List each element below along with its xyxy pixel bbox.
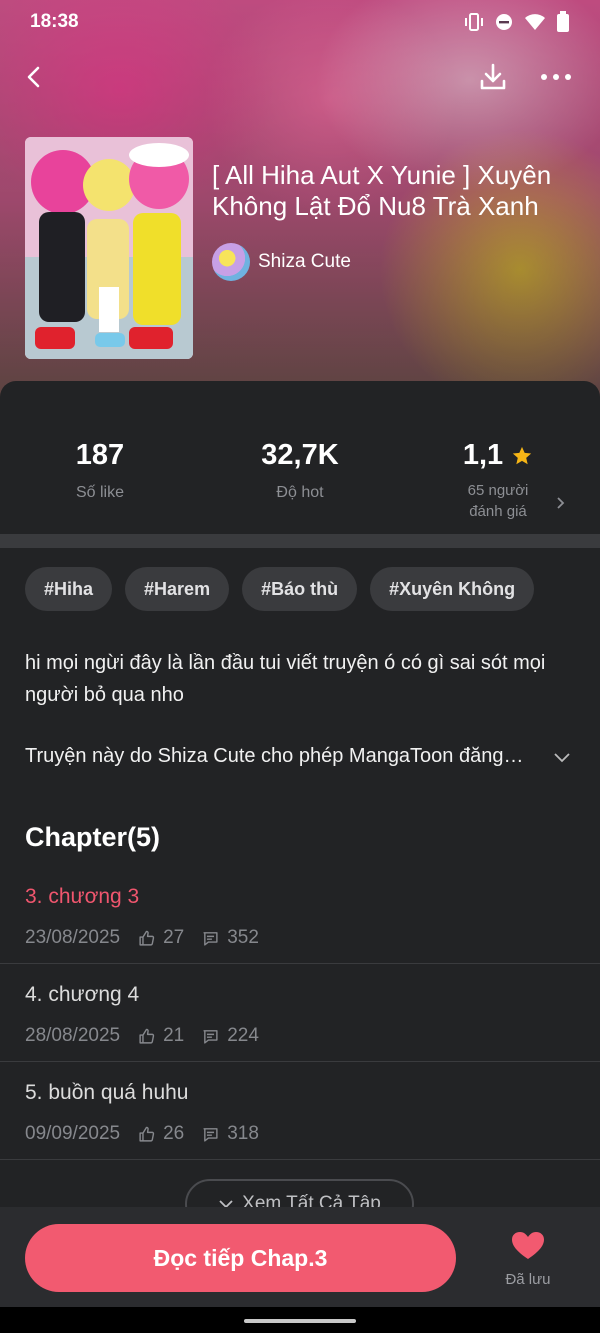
chapter-meta: 23/08/2025 27 352 (25, 927, 277, 949)
chevron-down-icon (554, 752, 570, 762)
comment-icon (203, 1029, 218, 1044)
chapter-row[interactable]: 3. chương 3 23/08/2025 27 352 (0, 885, 600, 983)
stat-hot: 32,7K Độ hot (210, 439, 390, 502)
chapter-likes-count: 26 (163, 1123, 185, 1144)
chapter-title: 4. chương 4 (25, 983, 140, 1006)
likes-value: 187 (75, 439, 125, 471)
chapter-likes: 27 (138, 927, 184, 949)
star-icon (512, 446, 532, 464)
chapter-comments: 352 (202, 927, 259, 949)
status-time: 18:38 (30, 11, 79, 32)
tag-list: #Hiha #Harem #Báo thù #Xuyên Không (25, 567, 535, 611)
comment-icon (203, 931, 218, 946)
author-name: Shiza Cute (258, 251, 351, 272)
more-icon (541, 74, 571, 80)
chevron-right-icon (557, 497, 565, 509)
chapter-likes-count: 27 (163, 927, 185, 948)
tag-xuyen-khong[interactable]: #Xuyên Không (370, 567, 535, 611)
download-button[interactable] (471, 55, 515, 99)
back-button[interactable] (12, 55, 56, 99)
tag-bao-thu[interactable]: #Báo thù (242, 567, 358, 611)
chapter-title: 3. chương 3 (25, 885, 140, 908)
chapter-meta: 28/08/2025 21 224 (25, 1025, 277, 1047)
battery-icon (557, 11, 569, 32)
tag-harem[interactable]: #Harem (125, 567, 230, 611)
row-divider (0, 963, 600, 964)
chapter-date: 09/09/2025 (25, 1123, 121, 1144)
more-options-button[interactable] (534, 55, 578, 99)
system-navigation-bar (0, 1307, 600, 1333)
stats-section: 187 Số like 32,7K Độ hot 1,1 65 người đá… (0, 381, 600, 534)
stat-likes: 187 Số like (10, 439, 190, 502)
hot-value: 32,7K (261, 439, 339, 471)
row-divider (0, 1061, 600, 1062)
wifi-icon (525, 14, 545, 30)
chapter-comments-count: 224 (227, 1025, 259, 1046)
chapter-heading: Chapter(5) (25, 822, 161, 852)
story-title: [ All Hiha Aut X Yunie ] Xuyên Không Lật… (212, 160, 552, 221)
permission-expand[interactable]: Truyện này do Shiza Cute cho phép MangaT… (25, 745, 575, 768)
section-divider (0, 534, 600, 548)
chapter-title: 5. buồn quá huhu (25, 1081, 189, 1104)
chapter-likes: 21 (138, 1025, 184, 1047)
author-avatar (212, 243, 250, 281)
row-divider (0, 1159, 600, 1160)
chapter-comments: 224 (202, 1025, 259, 1047)
chapter-comments: 318 (202, 1123, 259, 1145)
tag-hiha[interactable]: #Hiha (25, 567, 113, 611)
permission-text: Truyện này do Shiza Cute cho phép MangaT… (25, 745, 524, 767)
story-cover[interactable] (25, 137, 193, 359)
back-icon (27, 66, 40, 88)
status-bar: 18:38 (0, 0, 600, 44)
likes-label: Số like (75, 484, 125, 501)
chapter-row[interactable]: 5. buồn quá huhu 09/09/2025 26 318 (0, 1081, 600, 1179)
chapter-likes: 26 (138, 1123, 184, 1145)
hot-label: Độ hot (276, 484, 324, 501)
chapter-meta: 09/09/2025 26 318 (25, 1123, 277, 1145)
home-gesture-handle[interactable] (244, 1319, 356, 1323)
story-details-sheet: 187 Số like 32,7K Độ hot 1,1 65 người đá… (0, 381, 600, 1333)
bottom-action-bar: Đọc tiếp Chap.3 Đã lưu (0, 1207, 600, 1307)
vibrate-icon (465, 13, 483, 31)
top-navigation (0, 55, 600, 103)
do-not-disturb-icon (496, 14, 512, 30)
continue-reading-button[interactable]: Đọc tiếp Chap.3 (25, 1224, 456, 1292)
cover-illustration (25, 137, 193, 359)
rating-value: 1,1 (462, 439, 504, 471)
author-link[interactable]: Shiza Cute (212, 243, 351, 281)
thumb-up-icon (139, 1028, 155, 1044)
story-description: hi mọi ngừi đây là lần đầu tui viết truy… (25, 652, 546, 706)
status-icons (464, 11, 570, 33)
rating-row: 1,1 (408, 439, 588, 472)
chapter-comments-count: 318 (227, 1123, 259, 1144)
chapter-date: 23/08/2025 (25, 927, 121, 948)
thumb-up-icon (139, 930, 155, 946)
heart-icon (512, 1232, 544, 1259)
chapter-date: 28/08/2025 (25, 1025, 121, 1046)
chapter-likes-count: 21 (163, 1025, 185, 1046)
download-icon (480, 63, 506, 90)
chapter-row[interactable]: 4. chương 4 28/08/2025 21 224 (0, 983, 600, 1081)
thumb-up-icon (139, 1126, 155, 1142)
saved-label: Đã lưu (505, 1271, 551, 1288)
comment-icon (203, 1127, 218, 1142)
save-button[interactable]: Đã lưu (492, 1231, 564, 1288)
chapter-comments-count: 352 (227, 927, 259, 948)
